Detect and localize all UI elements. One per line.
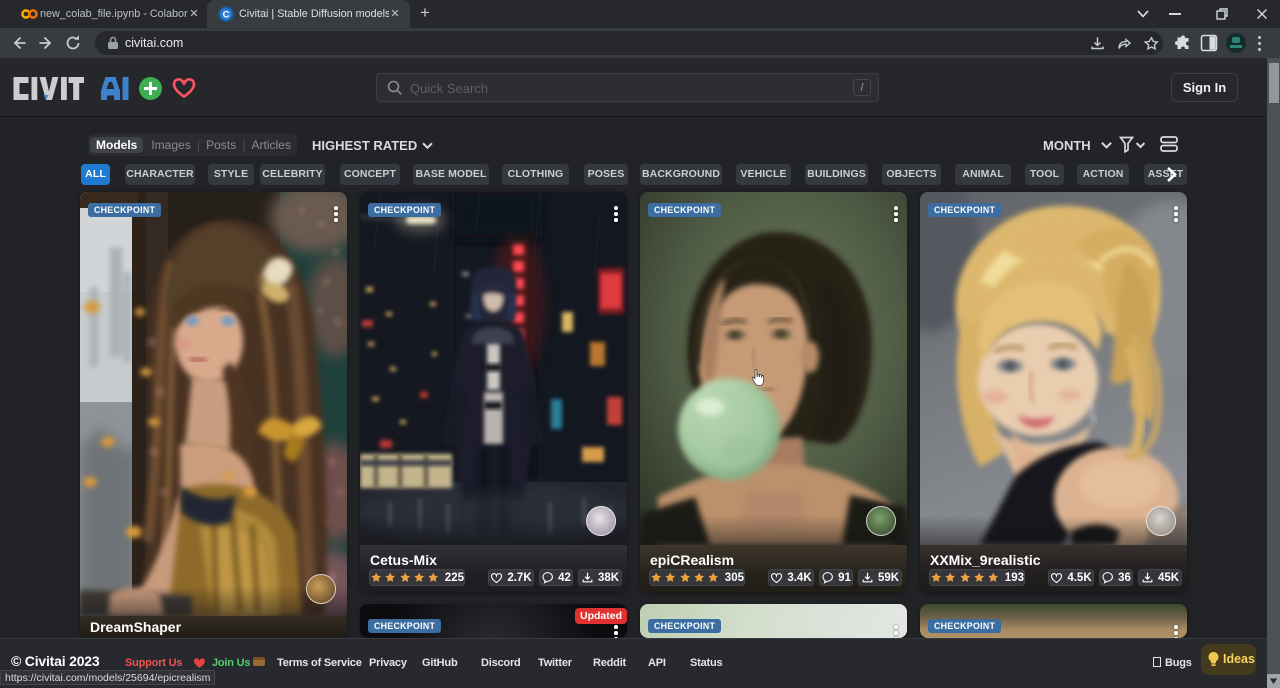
svg-text:C: C: [223, 9, 230, 20]
